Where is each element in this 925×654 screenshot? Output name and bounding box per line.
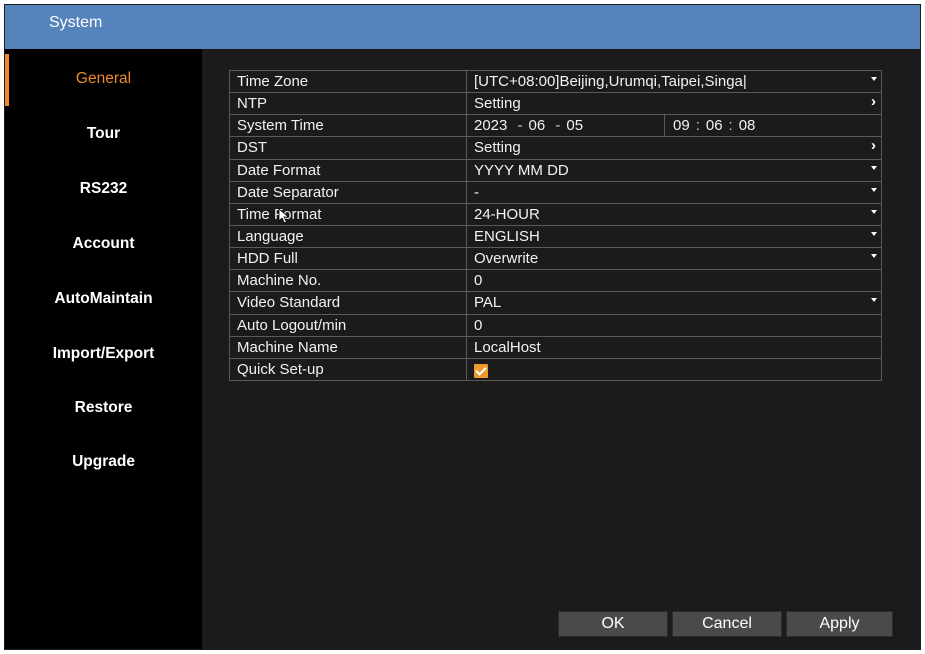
language-value: ENGLISH — [474, 228, 540, 246]
table-row: NTP Setting › — [229, 92, 882, 116]
chevron-right-icon: › — [871, 137, 876, 155]
date-format-label: Date Format — [229, 158, 467, 182]
dst-value: Setting — [474, 139, 521, 157]
date-sep: - — [555, 117, 561, 135]
system-time-field: 2023 -06 -05 09:06:08 — [466, 114, 882, 138]
month-field[interactable]: 06 — [529, 117, 546, 134]
ok-button[interactable]: OK — [558, 611, 668, 637]
time-zone-value: [UTC+08:00]Beijing,Urumqi,Taipei,Singa| — [474, 73, 747, 91]
machine-name-label: Machine Name — [229, 335, 467, 359]
sidebar-item-rs232[interactable]: RS232 — [5, 169, 202, 209]
caret-down-icon — [871, 298, 877, 303]
date-separator-value: - — [474, 183, 479, 201]
video-standard-value: PAL — [474, 294, 502, 312]
hour-field[interactable]: 09 — [673, 117, 690, 134]
time-sep: : — [695, 117, 700, 135]
machine-no-input[interactable]: 0 — [466, 269, 882, 293]
sidebar: General Tour RS232 Account AutoMaintain … — [5, 49, 202, 649]
ntp-label: NTP — [229, 92, 467, 116]
table-row: Time Format 24-HOUR — [229, 202, 882, 226]
time-format-value: 24-HOUR — [474, 205, 540, 223]
date-sep: - — [517, 117, 523, 135]
year-field[interactable]: 2023 — [474, 117, 507, 134]
sidebar-item-upgrade[interactable]: Upgrade — [5, 442, 202, 482]
dst-label: DST — [229, 136, 467, 160]
quick-setup-label: Quick Set-up — [229, 357, 467, 381]
hdd-full-label: HDD Full — [229, 247, 467, 271]
table-row: System Time 2023 -06 -05 09:06:08 — [229, 114, 882, 138]
quick-setup-checkbox[interactable] — [474, 363, 488, 378]
dst-setting-link[interactable]: Setting › — [466, 136, 882, 160]
table-row: Machine Name LocalHost — [229, 335, 882, 359]
ntp-value: Setting — [474, 95, 521, 113]
time-zone-select[interactable]: [UTC+08:00]Beijing,Urumqi,Taipei,Singa| — [466, 69, 882, 94]
hdd-full-value: Overwrite — [474, 250, 539, 268]
date-format-value: YYYY MM DD — [474, 161, 569, 179]
caret-down-icon — [871, 231, 877, 236]
auto-logout-label: Auto Logout/min — [229, 313, 467, 337]
table-row: Video Standard PAL — [229, 291, 882, 315]
time-zone-label: Time Zone — [229, 69, 467, 94]
time-format-label-text: Time Format — [237, 205, 322, 223]
video-standard-select[interactable]: PAL — [466, 291, 882, 315]
sidebar-item-automaintain[interactable]: AutoMaintain — [5, 279, 202, 319]
table-row: Time Zone [UTC+08:00]Beijing,Urumqi,Taip… — [229, 69, 882, 94]
day-field[interactable]: 05 — [566, 117, 583, 134]
table-row: Quick Set-up — [229, 357, 882, 381]
caret-down-icon — [871, 187, 877, 192]
settings-panel: Time Zone [UTC+08:00]Beijing,Urumqi,Taip… — [202, 49, 920, 649]
chevron-right-icon: › — [871, 93, 876, 111]
table-row: Machine No. 0 — [229, 269, 882, 293]
auto-logout-input[interactable]: 0 — [466, 313, 882, 337]
sidebar-item-restore[interactable]: Restore — [5, 388, 202, 428]
language-select[interactable]: ENGLISH — [466, 224, 882, 249]
window-title: System — [49, 14, 103, 31]
language-label: Language — [229, 224, 467, 249]
caret-down-icon — [871, 165, 877, 170]
table-row: Date Format YYYY MM DD — [229, 158, 882, 182]
system-time-label: System Time — [229, 114, 467, 138]
ntp-setting-link[interactable]: Setting › — [466, 92, 882, 116]
quick-setup-cell — [466, 357, 882, 381]
date-format-select[interactable]: YYYY MM DD — [466, 158, 882, 182]
machine-name-input[interactable]: LocalHost — [466, 335, 882, 359]
time-format-label: Time Format — [229, 202, 467, 226]
sidebar-item-account[interactable]: Account — [5, 224, 202, 264]
time-sep: : — [728, 117, 733, 135]
second-field[interactable]: 08 — [739, 117, 756, 134]
minute-field[interactable]: 06 — [706, 117, 723, 134]
caret-down-icon — [871, 77, 877, 81]
date-separator-select[interactable]: - — [466, 180, 882, 204]
table-row: Date Separator - — [229, 180, 882, 204]
video-standard-label: Video Standard — [229, 291, 467, 315]
caret-down-icon — [871, 254, 877, 259]
table-row: Language ENGLISH — [229, 224, 882, 249]
system-clock-input[interactable]: 09:06:08 — [664, 115, 755, 136]
sidebar-item-tour[interactable]: Tour — [5, 114, 202, 154]
sidebar-item-import-export[interactable]: Import/Export — [5, 334, 202, 374]
machine-no-label: Machine No. — [229, 269, 467, 293]
window-titlebar: System — [5, 5, 920, 49]
table-row: HDD Full Overwrite — [229, 247, 882, 271]
cancel-button[interactable]: Cancel — [672, 611, 782, 637]
date-separator-label: Date Separator — [229, 180, 467, 204]
hdd-full-select[interactable]: Overwrite — [466, 247, 882, 271]
table-row: Auto Logout/min 0 — [229, 313, 882, 337]
system-window: System General Tour RS232 Account AutoMa… — [4, 4, 921, 650]
apply-button[interactable]: Apply — [786, 611, 893, 637]
table-row: DST Setting › — [229, 136, 882, 160]
settings-table: Time Zone [UTC+08:00]Beijing,Urumqi,Taip… — [229, 69, 882, 381]
caret-down-icon — [871, 209, 877, 214]
sidebar-item-general[interactable]: General — [5, 59, 202, 99]
system-date-input[interactable]: 2023 -06 -05 — [468, 116, 665, 136]
time-format-select[interactable]: 24-HOUR — [466, 202, 882, 226]
